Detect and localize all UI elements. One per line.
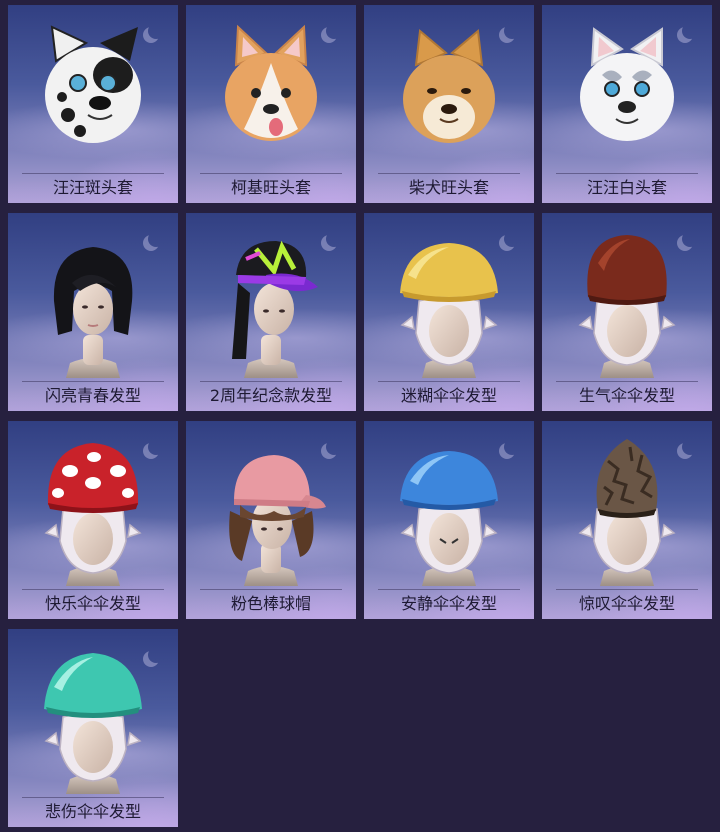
red-spotted-mushroom-hat-icon [45,443,141,586]
item-card-corgi[interactable]: 柯基旺头套 [186,5,356,203]
label-divider [22,381,164,382]
item-card-pink-cap[interactable]: 粉色棒球帽 [186,421,356,619]
item-label: 惊叹伞伞发型 [578,594,675,613]
label-divider [200,589,342,590]
item-card-dalmatian[interactable]: 汪汪斑头套 [8,5,178,203]
label-divider [200,173,342,174]
corgi-dog-head-icon [225,24,317,141]
yellow-mushroom-hat-icon [400,243,498,378]
label-divider [378,173,520,174]
morel-mushroom-hat-icon [579,439,675,586]
item-label: 迷糊伞伞发型 [400,386,497,405]
item-card-black-bob[interactable]: 闪亮青春发型 [8,213,178,411]
item-grid: 汪汪斑头套 柯基旺头套 柴犬旺头套 汪汪白头套 闪亮青春发型 2周年纪念款发型 … [0,0,720,832]
label-divider [22,589,164,590]
item-card-brown-mushroom[interactable]: 生气伞伞发型 [542,213,712,411]
shiba-dog-head-icon [403,29,495,143]
label-divider [22,173,164,174]
label-divider [200,381,342,382]
item-label: 快乐伞伞发型 [44,594,141,613]
blue-mushroom-hat-icon [400,451,498,586]
item-label: 2周年纪念款发型 [209,386,333,405]
white-husky-dog-head-icon [580,27,674,141]
item-label: 安静伞伞发型 [400,594,497,613]
label-divider [378,381,520,382]
item-card-white-husky[interactable]: 汪汪白头套 [542,5,712,203]
item-card-morel-mushroom[interactable]: 惊叹伞伞发型 [542,421,712,619]
item-label: 悲伤伞伞发型 [44,802,141,821]
item-label: 柯基旺头套 [230,178,311,197]
label-divider [556,381,698,382]
label-divider [22,797,164,798]
item-label: 闪亮青春发型 [44,386,141,405]
item-card-yellow-mushroom[interactable]: 迷糊伞伞发型 [364,213,534,411]
item-card-blue-mushroom[interactable]: 安静伞伞发型 [364,421,534,619]
item-label: 汪汪斑头套 [52,178,133,197]
teal-mushroom-hat-icon [44,653,142,794]
brown-mushroom-hat-icon [579,235,675,378]
item-card-anniversary-cap[interactable]: 2周年纪念款发型 [186,213,356,411]
item-card-teal-mushroom[interactable]: 悲伤伞伞发型 [8,629,178,827]
label-divider [556,589,698,590]
item-label: 柴犬旺头套 [408,178,489,197]
anniversary-cap-hairstyle-icon [232,240,318,378]
item-label: 汪汪白头套 [586,178,667,197]
label-divider [556,173,698,174]
dalmatian-dog-head-icon [45,25,141,143]
item-label: 粉色棒球帽 [230,594,311,613]
item-card-shiba[interactable]: 柴犬旺头套 [364,5,534,203]
label-divider [378,589,520,590]
black-bob-hairstyle-icon [53,247,133,378]
pink-baseball-cap-icon [229,455,326,586]
item-label: 生气伞伞发型 [578,386,675,405]
item-card-red-mushroom[interactable]: 快乐伞伞发型 [8,421,178,619]
